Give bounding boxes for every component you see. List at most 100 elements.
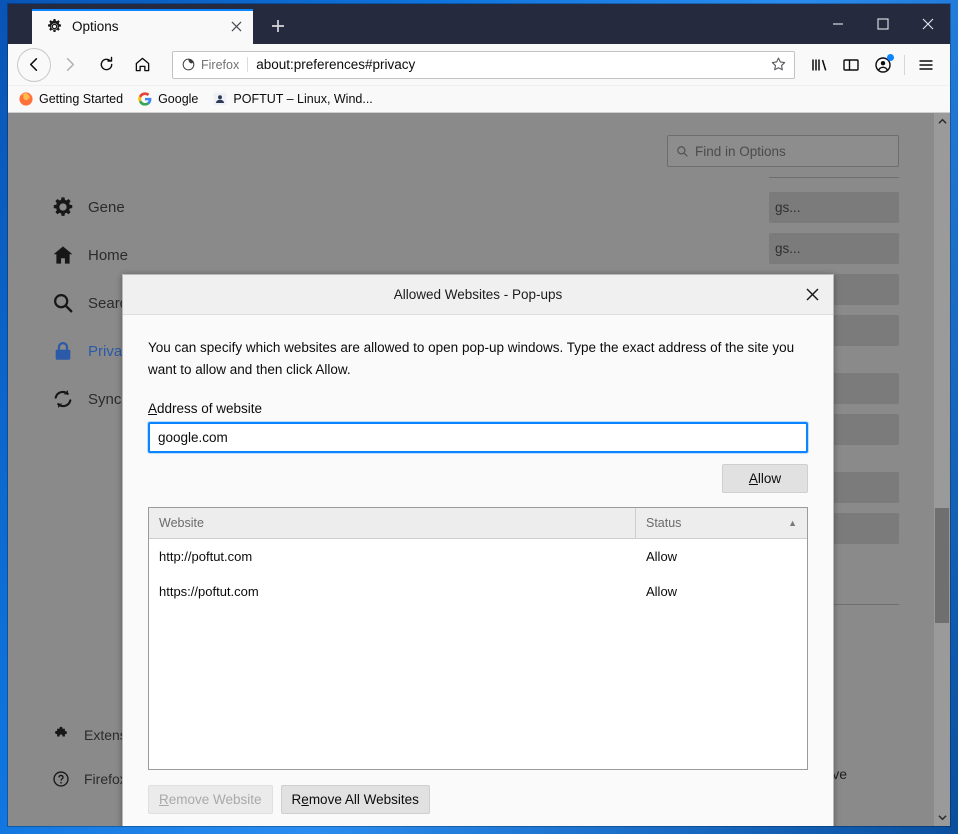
minimize-button[interactable] xyxy=(815,4,860,44)
dialog-title: Allowed Websites - Pop-ups xyxy=(393,287,563,302)
sidebar-item-label: Sync xyxy=(88,390,122,408)
bookmark-label: Google xyxy=(158,92,199,106)
sidebar-item-label: Home xyxy=(88,246,129,264)
identity-label: Firefox xyxy=(201,57,240,72)
dialog-titlebar: Allowed Websites - Pop-ups xyxy=(123,275,833,315)
websites-list[interactable]: Website Status ▲ http://poftut.com Allow xyxy=(148,507,808,770)
find-placeholder: Find in Options xyxy=(695,143,786,159)
forward-button xyxy=(53,48,87,82)
search-icon xyxy=(677,145,688,157)
question-circle-icon xyxy=(53,771,69,787)
close-icon[interactable] xyxy=(791,275,833,314)
label-rest: ddress of website xyxy=(157,401,263,416)
url-bar[interactable]: Firefox about:preferences#privacy xyxy=(172,50,795,79)
accesskey-letter: R xyxy=(159,792,169,807)
reload-button[interactable] xyxy=(89,48,123,82)
bookmark-google[interactable]: Google xyxy=(137,91,198,107)
settings-button[interactable]: gs... xyxy=(769,192,899,223)
column-header-website[interactable]: Website xyxy=(149,508,636,538)
column-header-label: Website xyxy=(159,516,204,530)
cell-website: http://poftut.com xyxy=(159,549,253,564)
firefox-icon xyxy=(19,92,33,106)
cell-status: Allow xyxy=(646,584,678,599)
home-button[interactable] xyxy=(125,48,159,82)
column-header-status[interactable]: Status ▲ xyxy=(636,508,807,538)
cell-status: Allow xyxy=(646,549,678,564)
identity-box[interactable]: Firefox xyxy=(181,57,249,72)
toolbar-separator xyxy=(904,54,905,75)
tab-strip: Options xyxy=(8,4,293,44)
cell-website: https://poftut.com xyxy=(159,584,259,599)
remove-buttons-row: Remove Website Re move All Websites xyxy=(148,785,808,814)
button-label-rest: move All Websites xyxy=(308,792,419,807)
sidebar-item-home[interactable]: Home xyxy=(8,231,193,279)
bookmark-getting-started[interactable]: Getting Started xyxy=(18,91,123,107)
allow-button[interactable]: Allow xyxy=(722,464,808,493)
sidebar-item-general[interactable]: Gene xyxy=(8,183,193,231)
tab-title: Options xyxy=(72,19,119,34)
google-icon xyxy=(138,92,152,106)
bookmark-poftut[interactable]: POFTUT – Linux, Wind... xyxy=(212,91,373,107)
allow-button-row: Allow xyxy=(148,464,808,493)
url-text[interactable]: about:preferences#privacy xyxy=(256,57,770,72)
close-window-button[interactable] xyxy=(905,4,950,44)
content-area: Find in Options Gene Home Searc Priva Sy… xyxy=(8,113,950,826)
button-label-pre: R xyxy=(291,792,302,807)
accesskey-letter: e xyxy=(301,792,309,807)
allowed-websites-dialog: Allowed Websites - Pop-ups You can speci… xyxy=(122,274,834,826)
back-button[interactable] xyxy=(17,48,51,82)
firefox-identity-icon xyxy=(182,58,195,71)
sidebar-item-label: Priva xyxy=(88,342,123,360)
section-divider xyxy=(769,177,899,178)
account-icon[interactable] xyxy=(867,49,899,81)
sidebar-item-label: Extens xyxy=(84,727,127,743)
button-label-rest: emove Website xyxy=(168,792,262,807)
bookmarks-toolbar: Getting Started Google POFTUT – Linux, W… xyxy=(8,86,950,113)
gear-icon xyxy=(48,18,61,32)
tab-options[interactable]: Options xyxy=(32,9,253,44)
address-input[interactable]: google.com xyxy=(148,422,808,453)
dialog-description: You can specify which websites are allow… xyxy=(148,340,795,377)
scroll-up-arrow-icon[interactable] xyxy=(934,113,950,130)
toolbar-right xyxy=(803,49,942,81)
hamburger-menu-icon[interactable] xyxy=(910,49,942,81)
library-icon[interactable] xyxy=(803,49,835,81)
address-input-value: google.com xyxy=(158,430,228,445)
star-icon[interactable] xyxy=(770,56,788,74)
scroll-down-arrow-icon[interactable] xyxy=(934,809,950,826)
table-row[interactable]: https://poftut.com Allow xyxy=(149,574,807,609)
sidebar-item-label: Gene xyxy=(88,198,125,216)
accesskey-letter: A xyxy=(748,471,758,486)
gear-icon xyxy=(53,197,73,216)
table-row[interactable]: http://poftut.com Allow xyxy=(149,539,807,574)
puzzle-icon xyxy=(55,726,67,737)
sidebar-icon[interactable] xyxy=(835,49,867,81)
window-controls xyxy=(815,4,950,44)
list-header: Website Status ▲ xyxy=(149,508,807,539)
remove-all-websites-button[interactable]: Re move All Websites xyxy=(280,785,430,814)
column-header-label: Status xyxy=(646,516,682,530)
sort-ascending-icon: ▲ xyxy=(788,518,797,528)
address-of-website-label: Address of website xyxy=(148,401,808,416)
firefox-browser-window: Options Firefox about:preferences#privac… xyxy=(8,4,950,826)
new-tab-button[interactable] xyxy=(263,11,293,41)
navigation-toolbar: Firefox about:preferences#privacy xyxy=(8,44,950,86)
close-tab-icon[interactable] xyxy=(225,16,247,38)
bookmark-label: Getting Started xyxy=(39,92,124,106)
home-icon xyxy=(53,246,73,264)
list-rows: http://poftut.com Allow https://poftut.c… xyxy=(149,539,807,769)
poftut-icon xyxy=(214,92,227,106)
accesskey-letter: A xyxy=(148,401,158,416)
scrollbar-thumb[interactable] xyxy=(935,508,949,623)
settings-button[interactable]: gs... xyxy=(769,233,899,264)
bookmark-label: POFTUT – Linux, Wind... xyxy=(233,92,373,106)
dialog-body: You can specify which websites are allow… xyxy=(123,315,833,770)
account-notification-badge xyxy=(887,53,894,61)
page-scrollbar[interactable] xyxy=(934,113,950,826)
remove-website-button: Remove Website xyxy=(148,785,273,814)
tab-bar: Options xyxy=(8,4,950,44)
lock-icon xyxy=(55,342,71,360)
maximize-button[interactable] xyxy=(860,4,905,44)
search-icon xyxy=(54,294,73,313)
dialog-actions: Remove Website Remove All Websites Cance… xyxy=(123,770,833,826)
